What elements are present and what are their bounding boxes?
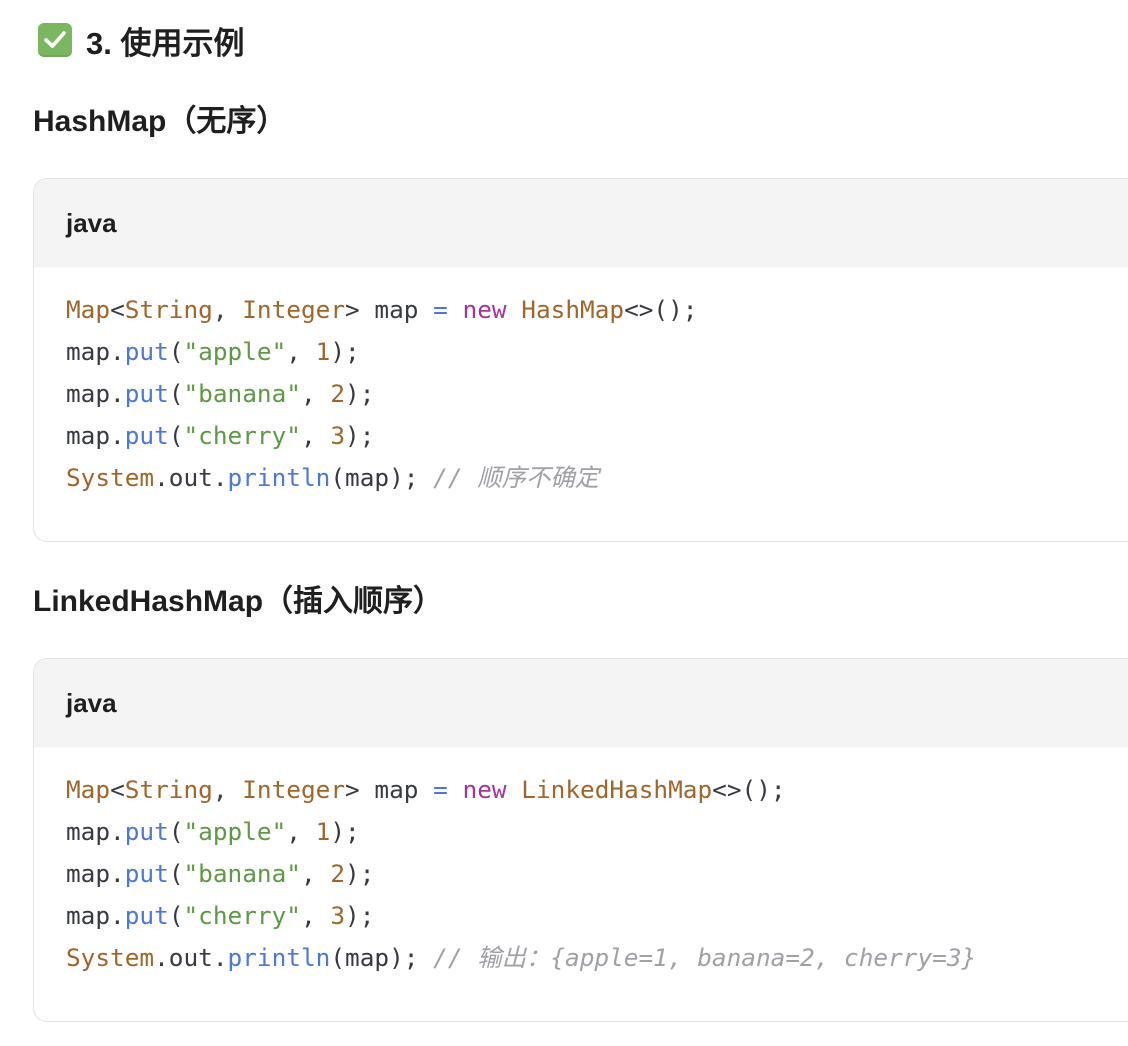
code-token: , xyxy=(300,421,331,450)
code-token: = xyxy=(433,775,448,804)
linkedhashmap-code-block: java Map<String, Integer> map = new Link… xyxy=(33,658,1128,1022)
code-token: Integer xyxy=(242,775,346,804)
linkedhashmap-heading: LinkedHashMap（插入顺序） xyxy=(33,585,444,618)
code-token: put xyxy=(124,337,169,366)
code-token: new xyxy=(462,295,507,324)
code-token: , xyxy=(300,379,331,408)
code-line: map.put("cherry", 3); xyxy=(66,415,1112,457)
code-token: map. xyxy=(66,817,125,846)
code-line: Map<String, Integer> map = new HashMap<>… xyxy=(66,289,1112,331)
code-token: ( xyxy=(168,379,184,408)
code-token: System xyxy=(66,463,155,492)
code-block-header: java xyxy=(34,179,1128,267)
code-token: , xyxy=(300,859,331,888)
code-token: "banana" xyxy=(183,859,301,888)
code-token: 3 xyxy=(330,901,346,930)
code-token: Integer xyxy=(242,295,346,324)
code-token: map. xyxy=(66,379,125,408)
code-token: 3 xyxy=(330,421,346,450)
code-token: ); xyxy=(345,421,375,450)
code-token: "apple" xyxy=(183,337,287,366)
code-token: > map xyxy=(345,775,434,804)
code-token: put xyxy=(124,817,169,846)
code-token: map. xyxy=(66,901,125,930)
section-title-text: 3. 使用示例 xyxy=(86,25,245,61)
code-token: ); xyxy=(345,379,375,408)
code-token: ( xyxy=(168,901,184,930)
code-line: Map<String, Integer> map = new LinkedHas… xyxy=(66,769,1112,811)
code-token: Map xyxy=(66,775,111,804)
code-token: put xyxy=(124,901,169,930)
code-token: , xyxy=(286,817,316,846)
code-token: String xyxy=(124,295,213,324)
code-token: put xyxy=(124,379,169,408)
code-body[interactable]: Map<String, Integer> map = new HashMap<>… xyxy=(34,267,1128,499)
code-token: String xyxy=(124,775,213,804)
hashmap-code-block: java Map<String, Integer> map = new Hash… xyxy=(33,178,1128,542)
code-token: // 顺序不确定 xyxy=(433,463,600,492)
code-token: ( xyxy=(168,817,184,846)
code-token: ); xyxy=(345,859,375,888)
code-token: put xyxy=(124,859,169,888)
code-token: ( xyxy=(168,421,184,450)
code-line: map.put("cherry", 3); xyxy=(66,895,1112,937)
code-block-header: java xyxy=(34,659,1128,747)
code-token: < xyxy=(110,295,125,324)
code-token: ); xyxy=(345,901,375,930)
code-token: <>(); xyxy=(712,775,786,804)
code-token: new xyxy=(462,775,507,804)
code-token: LinkedHashMap xyxy=(521,775,713,804)
section-heading: 3. 使用示例 xyxy=(38,18,244,62)
code-token: map. xyxy=(66,421,125,450)
code-token: System xyxy=(66,943,155,972)
code-token: "apple" xyxy=(183,817,287,846)
code-token: ); xyxy=(330,337,360,366)
code-token: Map xyxy=(66,295,111,324)
code-token: HashMap xyxy=(521,295,625,324)
code-line: map.put("banana", 2); xyxy=(66,853,1112,895)
code-line: map.put("apple", 1); xyxy=(66,811,1112,853)
check-mark-button-icon xyxy=(38,23,72,57)
code-token: put xyxy=(124,421,169,450)
code-token: , xyxy=(212,295,243,324)
code-body[interactable]: Map<String, Integer> map = new LinkedHas… xyxy=(34,747,1128,979)
code-language-label: java xyxy=(66,687,117,718)
code-line: System.out.println(map); // 输出：{apple=1,… xyxy=(66,937,1112,979)
code-token: <>(); xyxy=(624,295,698,324)
code-token: map. xyxy=(66,859,125,888)
code-token: 2 xyxy=(330,379,346,408)
code-token: , xyxy=(212,775,243,804)
hashmap-heading: HashMap（无序） xyxy=(33,105,287,138)
code-line: map.put("apple", 1); xyxy=(66,331,1112,373)
code-token: ); xyxy=(330,817,360,846)
code-token: 2 xyxy=(330,859,346,888)
code-token: // 输出：{apple=1, banana=2, cherry=3} xyxy=(433,943,977,972)
code-token: 1 xyxy=(315,817,331,846)
code-token: .out. xyxy=(154,943,228,972)
code-token: (map); xyxy=(330,943,434,972)
code-token: ( xyxy=(168,337,184,366)
code-token: , xyxy=(286,337,316,366)
code-token: ( xyxy=(168,859,184,888)
code-token: map. xyxy=(66,337,125,366)
code-token: > map xyxy=(345,295,434,324)
code-line: System.out.println(map); // 顺序不确定 xyxy=(66,457,1112,499)
code-token: = xyxy=(433,295,448,324)
code-language-label: java xyxy=(66,207,117,238)
code-token: "cherry" xyxy=(183,421,301,450)
code-line: map.put("banana", 2); xyxy=(66,373,1112,415)
code-token: < xyxy=(110,775,125,804)
code-token: "banana" xyxy=(183,379,301,408)
code-token: println xyxy=(227,463,331,492)
code-token: .out. xyxy=(154,463,228,492)
code-token: , xyxy=(300,901,331,930)
code-token: 1 xyxy=(315,337,331,366)
code-token: println xyxy=(227,943,331,972)
code-token: "cherry" xyxy=(183,901,301,930)
code-token: (map); xyxy=(330,463,434,492)
